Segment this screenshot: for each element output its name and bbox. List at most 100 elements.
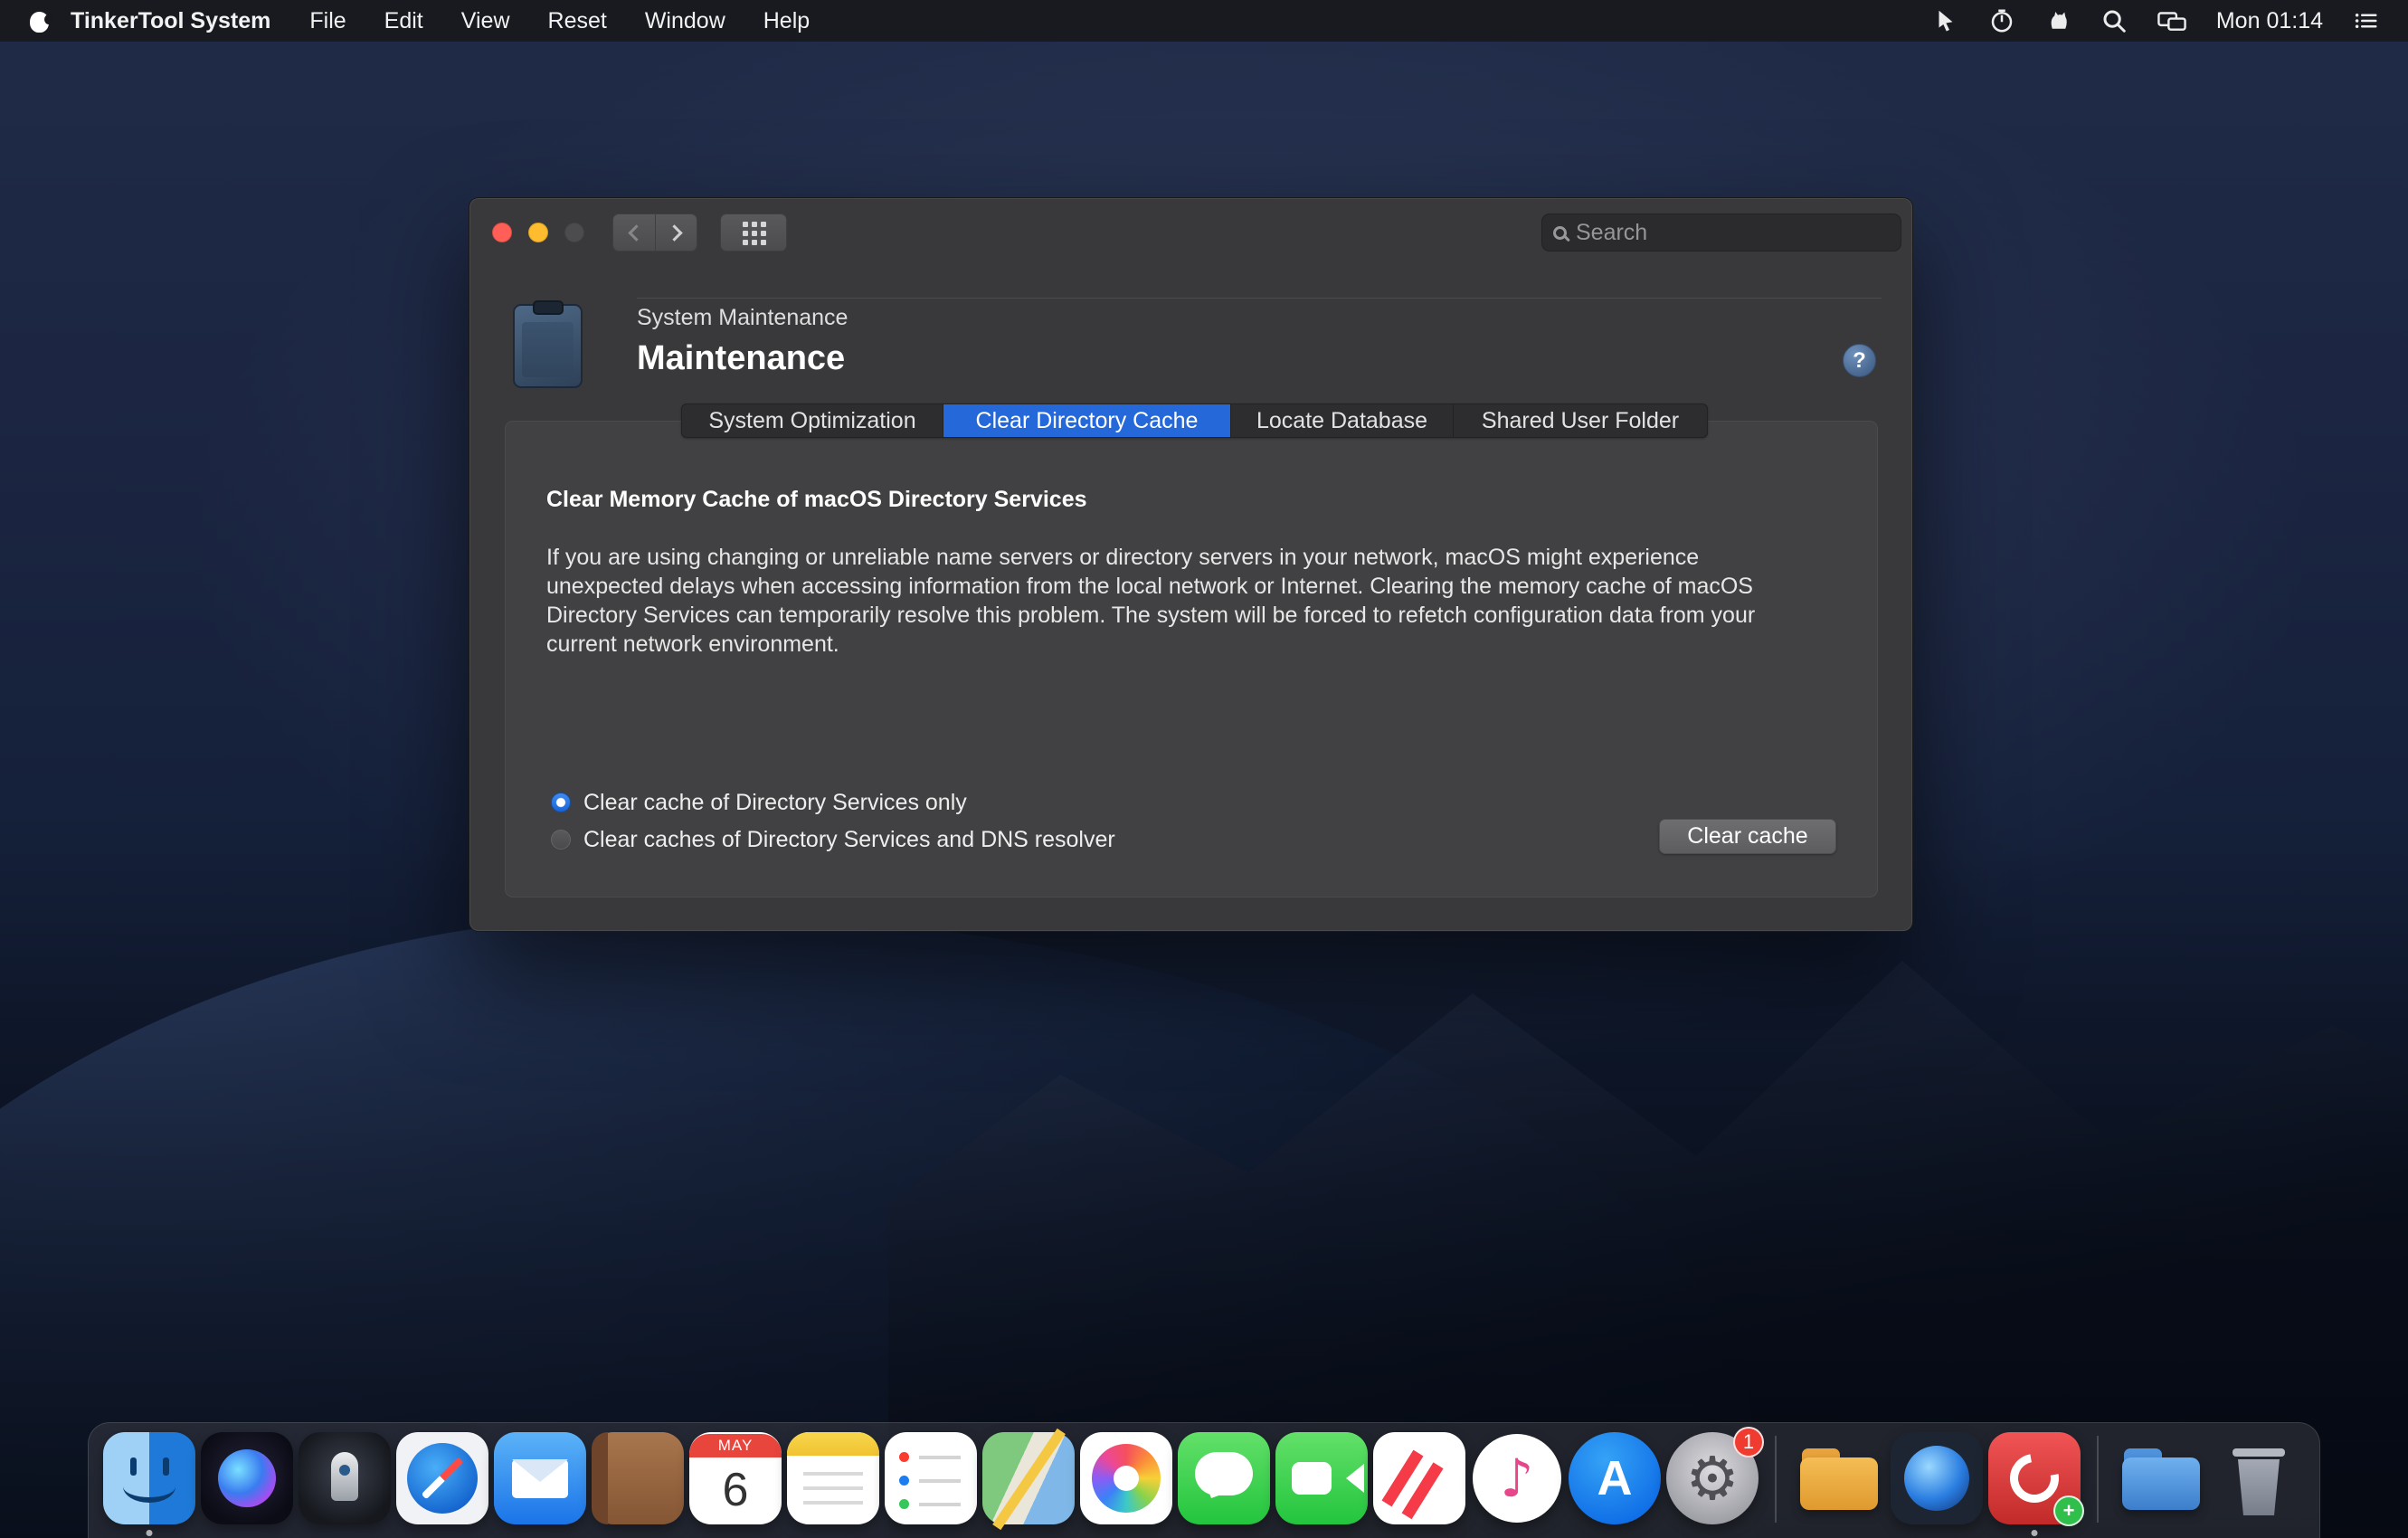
messages-icon: [1178, 1432, 1270, 1524]
dock-item-reminders[interactable]: [885, 1432, 977, 1537]
dock-item-trash[interactable]: [2213, 1432, 2305, 1537]
search-input[interactable]: [1576, 220, 1890, 246]
menu-file[interactable]: File: [309, 8, 346, 34]
launchpad-icon: [299, 1432, 391, 1524]
dock-item-safari[interactable]: [396, 1432, 488, 1537]
dock-item-notes[interactable]: [787, 1432, 879, 1537]
close-button[interactable]: [492, 223, 512, 242]
clipboard-clip: [533, 300, 564, 315]
tab-locate-database[interactable]: Locate Database: [1231, 404, 1454, 437]
radio-option-directory-and-dns[interactable]: Clear caches of Directory Services and D…: [551, 821, 1115, 858]
itunes-icon: [1471, 1432, 1563, 1524]
running-indicator: [147, 1530, 153, 1536]
radio-unselected-icon[interactable]: [551, 830, 571, 850]
security-agent-icon[interactable]: [2044, 7, 2071, 34]
search-field[interactable]: [1541, 214, 1901, 252]
screen-mirroring-icon[interactable]: [2157, 7, 2187, 34]
tab-shared-user-folder[interactable]: Shared User Folder: [1454, 404, 1707, 437]
dock-item-app-store[interactable]: [1569, 1432, 1661, 1537]
facetime-icon: [1275, 1432, 1368, 1524]
chevron-left-icon: [628, 224, 644, 241]
spotlight-search-icon[interactable]: [2100, 7, 2128, 34]
tab-label: Locate Database: [1256, 408, 1427, 434]
panel-description: If you are using changing or unreliable …: [546, 543, 1811, 659]
dock-item-siri[interactable]: [201, 1432, 293, 1537]
siri-icon: [201, 1432, 293, 1524]
dock-item-calendar[interactable]: MAY6: [689, 1432, 782, 1537]
menu-window[interactable]: Window: [645, 8, 725, 34]
dock-item-finder[interactable]: [103, 1432, 195, 1537]
dock-item-mail[interactable]: [494, 1432, 586, 1537]
dock-item-system-preferences[interactable]: 1: [1666, 1432, 1759, 1537]
dock-item-network-globe[interactable]: [1891, 1432, 1983, 1537]
clear-cache-button[interactable]: Clear cache: [1659, 819, 1836, 854]
pane-subtitle: System Maintenance: [637, 305, 848, 331]
dock-item-facetime[interactable]: [1275, 1432, 1368, 1537]
history-nav: [612, 214, 697, 252]
minimize-button[interactable]: [528, 223, 548, 242]
clock-gauge-icon[interactable]: [1988, 7, 2015, 34]
tinkertool-icon: +: [1988, 1432, 2081, 1524]
reminders-icon: [885, 1432, 977, 1524]
dock-item-maps[interactable]: [982, 1432, 1075, 1537]
tab-bar: System Optimization Clear Directory Cach…: [681, 403, 1708, 438]
tab-label: Clear Directory Cache: [976, 408, 1199, 434]
forward-button[interactable]: [655, 214, 697, 252]
menu-help[interactable]: Help: [763, 8, 810, 34]
running-indicator: [2032, 1530, 2038, 1536]
photos-icon: [1080, 1432, 1172, 1524]
globe-icon: [1891, 1432, 1983, 1524]
zoom-button-disabled: [564, 223, 584, 242]
maps-icon: [982, 1432, 1075, 1524]
dock-item-messages[interactable]: [1178, 1432, 1270, 1537]
apple-menu-icon[interactable]: [29, 8, 51, 33]
menu-reset[interactable]: Reset: [548, 8, 607, 34]
calendar-day-label: 6: [689, 1456, 782, 1524]
notes-icon: [787, 1432, 879, 1524]
tab-system-optimization[interactable]: System Optimization: [682, 404, 943, 437]
dock-item-folder[interactable]: [1793, 1432, 1885, 1537]
menu-view[interactable]: View: [461, 8, 510, 34]
trash-icon: [2213, 1432, 2305, 1524]
tinkertool-window: System Maintenance Maintenance ? Clear M…: [469, 197, 1913, 932]
tab-content-panel: Clear Memory Cache of macOS Directory Se…: [505, 421, 1878, 897]
safari-icon: [396, 1432, 488, 1524]
dock-item-launchpad[interactable]: [299, 1432, 391, 1537]
system-preferences-icon: 1: [1666, 1432, 1759, 1524]
menu-edit[interactable]: Edit: [384, 8, 423, 34]
title-bar[interactable]: [469, 198, 1912, 267]
menu-app-name[interactable]: TinkerTool System: [71, 8, 270, 34]
dock-separator: [1775, 1436, 1777, 1523]
radio-selected-icon[interactable]: [551, 793, 571, 812]
dock-item-photos[interactable]: [1080, 1432, 1172, 1537]
grid-icon: [743, 222, 748, 227]
dock-item-contacts[interactable]: [592, 1432, 684, 1537]
pointer-icon[interactable]: [1932, 7, 1959, 34]
maintenance-clipboard-icon: [507, 300, 588, 388]
dock-item-downloads[interactable]: [2115, 1432, 2207, 1537]
dock: MAY6 1 +: [88, 1422, 2320, 1538]
radio-label: Clear cache of Directory Services only: [583, 790, 967, 816]
radio-label: Clear caches of Directory Services and D…: [583, 827, 1115, 853]
mail-icon: [494, 1432, 586, 1524]
page-title: Maintenance: [637, 339, 845, 378]
header-separator: [637, 298, 1882, 299]
back-button[interactable]: [612, 214, 655, 252]
chevron-right-icon: [666, 224, 682, 241]
notification-list-icon[interactable]: [2352, 7, 2379, 34]
menu-clock[interactable]: Mon 01:14: [2216, 8, 2323, 34]
dock-item-news[interactable]: [1373, 1432, 1465, 1537]
downloads-folder-icon: [2115, 1432, 2207, 1524]
radio-option-directory-only[interactable]: Clear cache of Directory Services only: [551, 784, 967, 821]
dock-item-tinkertool[interactable]: +: [1988, 1432, 2081, 1537]
show-all-button[interactable]: [720, 214, 787, 252]
tab-label: System Optimization: [708, 408, 915, 434]
help-button[interactable]: ?: [1843, 344, 1876, 377]
tab-clear-directory-cache[interactable]: Clear Directory Cache: [943, 404, 1231, 437]
search-icon: [1553, 226, 1567, 240]
calendar-icon: MAY6: [689, 1432, 782, 1524]
notification-badge: 1: [1733, 1427, 1764, 1457]
news-icon: [1373, 1432, 1465, 1524]
app-store-icon: [1569, 1432, 1661, 1524]
dock-item-itunes[interactable]: [1471, 1432, 1563, 1537]
